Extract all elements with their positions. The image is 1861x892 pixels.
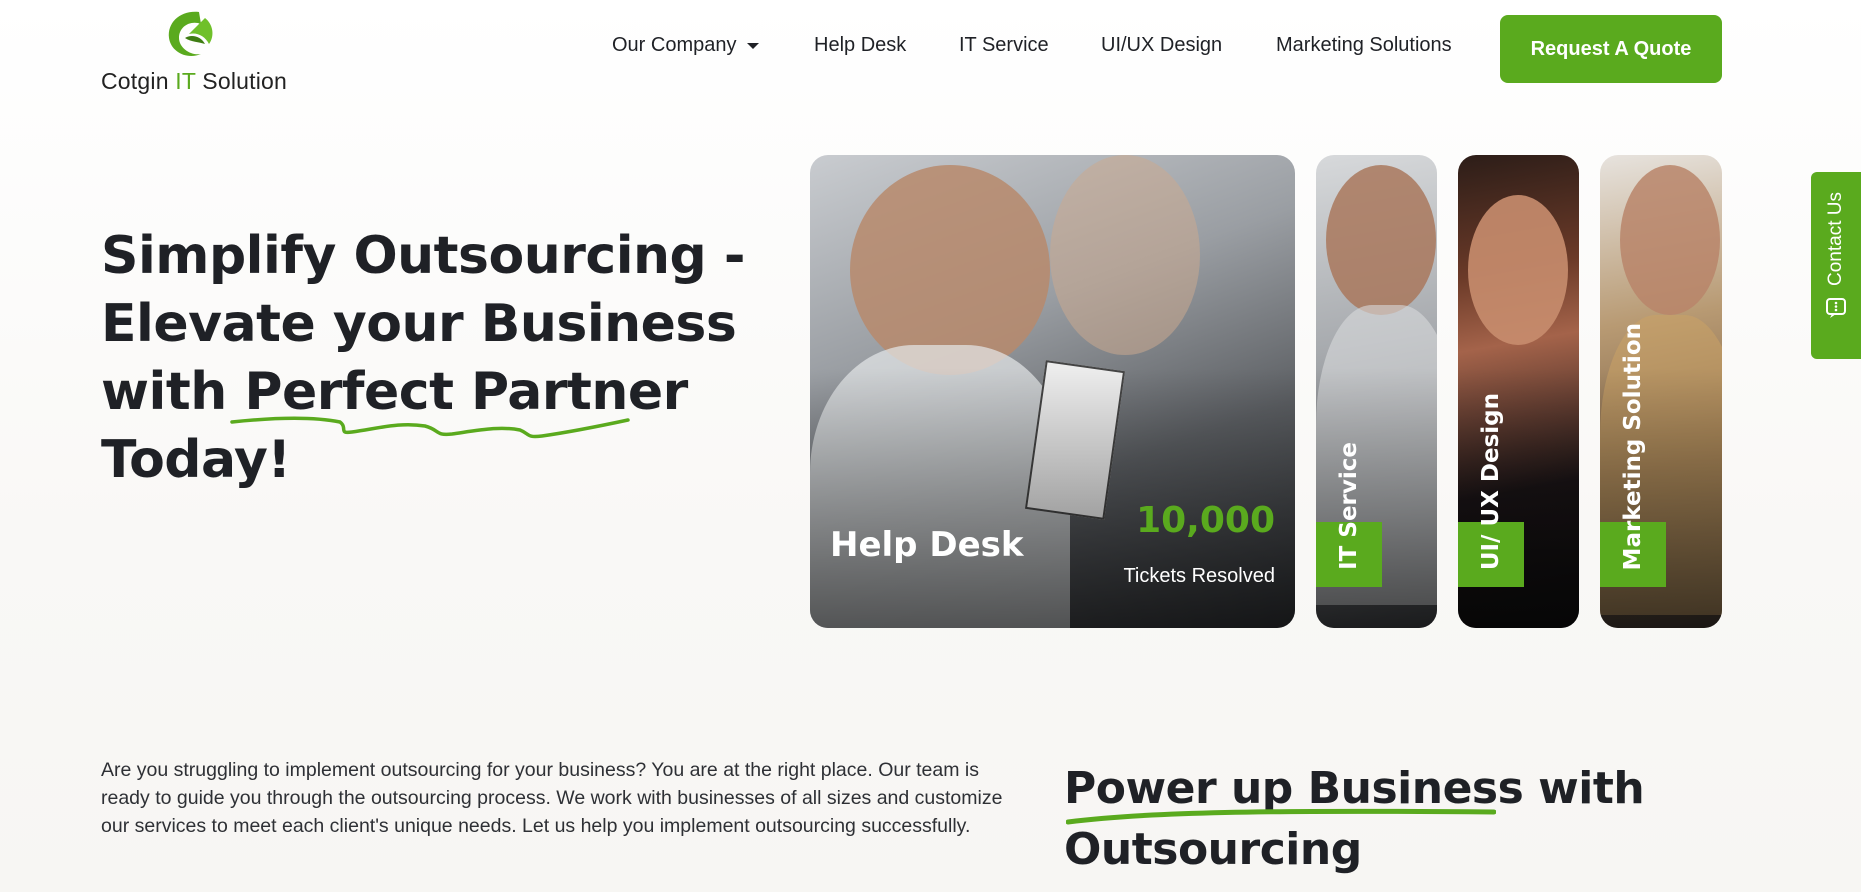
second-agent-image [1050, 155, 1200, 355]
nav-our-company[interactable]: Our Company [612, 34, 759, 57]
ui-person-image [1468, 195, 1568, 345]
tickets-stat-value: 10,000 [1136, 500, 1275, 541]
it-service-card-label: IT Service [1336, 442, 1362, 570]
contact-us-tab[interactable]: Contact Us [1811, 172, 1861, 359]
marketing-person-image [1620, 165, 1720, 315]
logo-text: Cotgin IT Solution [101, 68, 288, 94]
intro-paragraph: Are you struggling to implement outsourc… [101, 759, 1003, 837]
nav-help-desk[interactable]: Help Desk [814, 34, 906, 57]
tickets-stat-caption: Tickets Resolved [1123, 565, 1275, 587]
it-person-image [1326, 165, 1436, 315]
chevron-down-icon [746, 42, 759, 49]
nav-our-company-label: Our Company [612, 34, 737, 56]
it-service-card[interactable]: IT Service [1316, 155, 1437, 628]
nav-marketing-solutions[interactable]: Marketing Solutions [1276, 34, 1452, 57]
contact-us-label: Contact Us [1825, 192, 1846, 286]
marketing-card-label: Marketing Solution [1620, 322, 1646, 570]
hero-title: Simplify Outsourcing - Elevate your Busi… [101, 226, 745, 490]
agent-face-image [850, 165, 1050, 375]
help-desk-card[interactable]: Help Desk 10,000 Tickets Resolved [810, 155, 1295, 628]
help-desk-card-label: Help Desk [830, 525, 1024, 565]
logo-mark-icon [168, 11, 213, 57]
power-underline-stroke [1066, 808, 1496, 825]
request-quote-button[interactable]: Request A Quote [1500, 15, 1722, 83]
chat-icon [1826, 297, 1846, 318]
hero-underline-squiggle [230, 416, 630, 439]
ui-ux-card-label: UI/ UX Design [1478, 392, 1504, 570]
nav-it-service[interactable]: IT Service [959, 34, 1049, 57]
marketing-card[interactable]: Marketing Solution [1600, 155, 1722, 628]
ui-ux-card[interactable]: UI/ UX Design [1458, 155, 1579, 628]
logo[interactable]: Cotgin IT Solution [101, 8, 301, 94]
nav-ui-ux-design[interactable]: UI/UX Design [1101, 34, 1222, 57]
